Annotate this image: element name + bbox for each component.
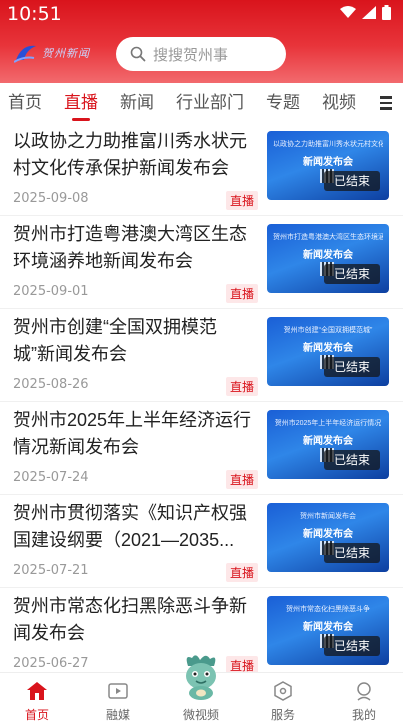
thumb-heading: 新闻发布会 [303, 436, 353, 447]
item-date: 2025-07-21 [13, 563, 89, 578]
list-item[interactable]: 贺州市创建“全国双拥模范城”新闻发布会 2025-08-26 直播 贺州市创建“… [0, 309, 403, 402]
nav-media[interactable]: 融媒 [88, 681, 148, 723]
service-icon [274, 681, 292, 701]
status-icons [340, 5, 391, 20]
media-icon [108, 683, 128, 699]
ended-badge: 已结束 [324, 357, 380, 377]
item-title: 贺州市贯彻落实《知识产权强国建设纲要（2021—2035... [13, 503, 247, 550]
search-placeholder: 搜搜贺州事 [153, 46, 229, 64]
item-thumbnail: 贺州市创建“全国双拥模范城” 新闻发布会 已结束 [267, 317, 389, 386]
item-thumbnail: 贺州市打造粤港澳大湾区生态环境涵养地 新闻发布会 已结束 [267, 224, 389, 293]
item-title: 以政协之力助推富川秀水状元村文化传承保护新闻发布会 [13, 131, 247, 178]
logo-text: 贺州新闻 [42, 48, 90, 60]
ended-badge: 已结束 [324, 264, 380, 284]
thumb-caption: 贺州市常态化扫黑除恶斗争 [286, 606, 370, 613]
thumb-caption: 贺州市创建“全国双拥模范城” [283, 327, 373, 334]
item-thumbnail: 以政协之力助推富川秀水状元村文化传承保护 新闻发布会 已结束 [267, 131, 389, 200]
item-title: 贺州市打造粤港澳大湾区生态环境涵养地新闻发布会 [13, 224, 247, 271]
tab-live[interactable]: 直播 [64, 83, 98, 123]
search-icon [130, 46, 146, 62]
mascot-icon[interactable] [178, 652, 224, 700]
item-date: 2025-09-01 [13, 284, 89, 299]
nav-services[interactable]: 服务 [253, 681, 313, 723]
thumb-heading: 新闻发布会 [303, 250, 353, 261]
signal-icon [362, 6, 376, 19]
logo-mark-icon [14, 45, 36, 63]
search-input[interactable]: 搜搜贺州事 [116, 37, 286, 71]
item-date: 2025-09-08 [13, 191, 89, 206]
thumb-caption: 以政协之力助推富川秀水状元村文化传承保护 [273, 141, 383, 148]
item-thumbnail: 贺州市常态化扫黑除恶斗争 新闻发布会 已结束 [267, 596, 389, 665]
tab-home[interactable]: 首页 [8, 83, 42, 123]
wifi-icon [340, 6, 356, 18]
thumb-heading: 新闻发布会 [303, 622, 353, 633]
list-item[interactable]: 贺州市2025年上半年经济运行情况新闻发布会 2025-07-24 直播 贺州市… [0, 402, 403, 495]
tab-topics[interactable]: 专题 [266, 83, 300, 123]
nav-label: 微视频 [182, 708, 219, 722]
nav-label: 首页 [24, 708, 49, 722]
live-badge: 直播 [226, 191, 259, 210]
status-bar: 10:51 [0, 0, 403, 28]
battery-icon [382, 5, 391, 20]
news-list: 以政协之力助推富川秀水状元村文化传承保护新闻发布会 2025-09-08 直播 … [0, 123, 403, 681]
thumb-caption: 贺州市打造粤港澳大湾区生态环境涵养地 [273, 234, 383, 241]
profile-icon [357, 682, 371, 701]
nav-label: 我的 [351, 708, 376, 722]
app-header: 10:51 贺州新闻 搜搜贺州事 [0, 0, 403, 83]
nav-profile[interactable]: 我的 [334, 681, 394, 723]
nav-label: 服务 [270, 708, 295, 722]
item-date: 2025-06-27 [13, 656, 89, 671]
tab-news[interactable]: 新闻 [120, 83, 154, 123]
live-badge: 直播 [226, 563, 259, 582]
nav-label: 融媒 [105, 708, 130, 722]
status-time: 10:51 [7, 3, 62, 25]
item-date: 2025-08-26 [13, 377, 89, 392]
thumb-heading: 新闻发布会 [303, 529, 353, 540]
item-title: 贺州市常态化扫黑除恶斗争新闻发布会 [13, 596, 247, 643]
thumb-heading: 新闻发布会 [303, 343, 353, 354]
ended-badge: 已结束 [324, 543, 380, 563]
item-thumbnail: 贺州市新闻发布会 新闻发布会 已结束 [267, 503, 389, 572]
ended-badge: 已结束 [324, 636, 380, 656]
live-badge: 直播 [226, 470, 259, 489]
thumb-heading: 新闻发布会 [303, 157, 353, 168]
list-item[interactable]: 贺州市打造粤港澳大湾区生态环境涵养地新闻发布会 2025-09-01 直播 贺州… [0, 216, 403, 309]
ended-badge: 已结束 [324, 171, 380, 191]
tab-departments[interactable]: 行业部门 [176, 83, 244, 123]
thumb-caption: 贺州市2025年上半年经济运行情况 [274, 420, 382, 427]
item-thumbnail: 贺州市2025年上半年经济运行情况 新闻发布会 已结束 [267, 410, 389, 479]
app-logo: 贺州新闻 [14, 40, 98, 66]
list-item[interactable]: 以政协之力助推富川秀水状元村文化传承保护新闻发布会 2025-09-08 直播 … [0, 123, 403, 216]
home-icon [27, 682, 47, 700]
nav-home[interactable]: 首页 [7, 681, 67, 723]
channel-tabs: 首页 直播 新闻 行业部门 专题 视频 [0, 83, 403, 123]
item-date: 2025-07-24 [13, 470, 89, 485]
channel-menu-icon[interactable] [380, 96, 392, 110]
tab-video[interactable]: 视频 [322, 83, 356, 123]
live-badge: 直播 [226, 284, 259, 303]
item-title: 贺州市2025年上半年经济运行情况新闻发布会 [13, 410, 252, 457]
ended-badge: 已结束 [324, 450, 380, 470]
live-badge: 直播 [226, 377, 259, 396]
list-item[interactable]: 贺州市贯彻落实《知识产权强国建设纲要（2021—2035... 2025-07-… [0, 495, 403, 588]
item-title: 贺州市创建“全国双拥模范城”新闻发布会 [13, 317, 217, 364]
thumb-caption: 贺州市新闻发布会 [300, 513, 356, 520]
